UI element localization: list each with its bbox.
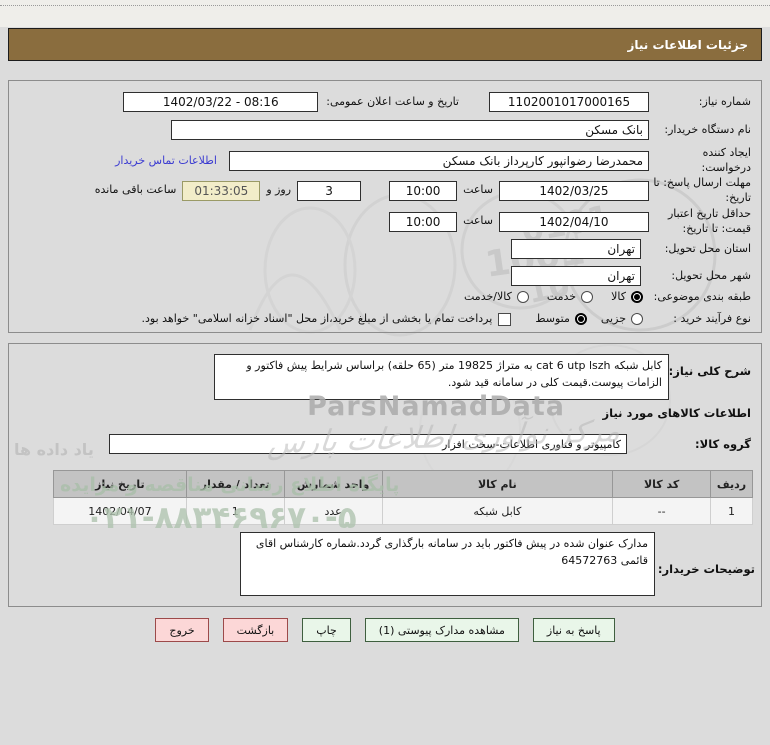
radio-service-icon[interactable] [581, 291, 594, 304]
classification-row: طبقه بندی موضوعی: کالا خدمت کالا/خدمت [19, 290, 751, 305]
page-title: جزئیات اطلاعات نیاز [627, 37, 748, 52]
items-section-heading: اطلاعات کالاهای مورد نیاز [602, 406, 751, 420]
col-need-date: تاریخ نیاز [53, 470, 187, 498]
cell-need-date: 1402/04/07 [53, 497, 187, 525]
col-row-number: ردیف [710, 470, 753, 498]
classification-label: طبقه بندی موضوعی: [653, 290, 751, 303]
top-strip [0, 0, 770, 27]
goods-group-field[interactable]: کامپیوتر و فناوری اطلاعات-سخت افزار [109, 434, 627, 454]
classification-option-goods[interactable]: کالا [611, 290, 643, 305]
buyer-notes-label: توضیحات خریدار: [657, 562, 755, 576]
print-button[interactable]: چاپ [302, 618, 351, 642]
hours-remaining-label: ساعت باقی مانده [94, 183, 177, 197]
delivery-province-label: استان محل تحویل: [664, 241, 751, 255]
creator-field[interactable]: محمدرضا رضوانپور کارپرداز بانک مسکن [229, 150, 649, 171]
process-option-medium[interactable]: متوسط [535, 312, 587, 327]
price-validity-row: حداقل تاریخ اعتبار قیمت: تا تاریخ: 1402/… [19, 207, 751, 237]
action-buttons-row: پاسخ به نیاز مشاهده مدارک پیوستی (1) چاپ… [0, 618, 770, 642]
col-goods-code: کد کالا [612, 470, 712, 498]
cell-goods-code: -- [612, 497, 712, 525]
page-title-bar: جزئیات اطلاعات نیاز [8, 28, 762, 61]
general-description-field[interactable]: کابل شبکه cat 6 utp lszh به متراژ 19825 … [214, 354, 669, 400]
need-description-panel: شرح کلی نیاز: کابل شبکه cat 6 utp lszh ب… [8, 343, 762, 607]
table-row[interactable]: 1 -- کابل شبکه عدد 1 1402/04/07 [53, 497, 753, 525]
delivery-city-field[interactable]: تهران [511, 266, 641, 286]
radio-medium-icon[interactable] [574, 313, 587, 326]
cell-quantity: 1 [185, 497, 285, 525]
process-type-row: نوع فرآیند خرید : جزیی متوسط پرداخت تمام… [19, 312, 751, 327]
general-info-panel: شماره نیاز: 1102001017000165 تاریخ و ساع… [8, 80, 762, 333]
creator-row: ایجاد کننده درخواست: محمدرضا رضوانپور کا… [19, 146, 751, 176]
view-attached-documents-button[interactable]: مشاهده مدارک پیوستی (1) [364, 618, 519, 642]
validity-date-field[interactable]: 1402/04/10 [499, 211, 649, 232]
col-goods-name: نام کالا [381, 470, 614, 498]
announce-datetime-label: تاریخ و ساعت اعلان عمومی: [326, 94, 459, 108]
radio-goods-icon[interactable] [631, 291, 643, 304]
countdown-timer: 01:33:05 [182, 180, 261, 201]
need-number-label: شماره نیاز: [698, 94, 751, 108]
cell-count-unit: عدد [283, 497, 383, 525]
delivery-province-field[interactable]: تهران [511, 239, 641, 259]
goods-group-label: گروه کالا: [695, 437, 751, 451]
col-quantity: تعداد / مقدار [185, 470, 285, 498]
buyer-contact-link[interactable]: اطلاعات تماس خریدار [115, 154, 217, 167]
treasury-note: پرداخت تمام یا بخشی از مبلغ خرید،از محل … [141, 312, 493, 325]
cell-goods-name: کابل شبکه [381, 497, 614, 525]
cell-row-number: 1 [710, 497, 753, 525]
response-deadline-label: مهلت ارسال پاسخ: تا تاریخ: [653, 176, 751, 204]
back-button[interactable]: بازگشت [222, 618, 289, 642]
items-table-header-row: ردیف کد کالا نام کالا واحد شمارش تعداد /… [53, 470, 753, 498]
classification-option-goods-service[interactable]: کالا/خدمت [464, 290, 529, 305]
col-count-unit: واحد شمارش [283, 470, 383, 498]
items-table: ردیف کد کالا نام کالا واحد شمارش تعداد /… [53, 470, 753, 525]
announce-datetime-field[interactable]: 1402/03/22 - 08:16 [123, 92, 319, 112]
process-option-partial[interactable]: جزیی [601, 312, 643, 327]
radio-goods-service-icon[interactable] [516, 291, 529, 304]
delivery-province-row: استان محل تحویل: تهران [19, 239, 751, 259]
process-type-label: نوع فرآیند خرید : [673, 312, 751, 325]
buyer-org-field[interactable]: بانک مسکن [171, 120, 649, 140]
classification-option-service[interactable]: خدمت [547, 290, 594, 305]
validity-time-field[interactable]: 10:00 [389, 211, 458, 232]
buyer-notes-field[interactable]: مدارک عنوان شده در پیش فاکتور باید در سا… [240, 532, 655, 596]
deadline-time-field[interactable]: 10:00 [389, 180, 458, 201]
validity-hour-label: ساعت [463, 214, 493, 228]
respond-to-need-button[interactable]: پاسخ به نیاز [532, 618, 615, 642]
creator-label: ایجاد کننده درخواست: [701, 146, 751, 174]
treasury-checkbox[interactable] [498, 312, 512, 326]
days-and-label: روز و [266, 183, 292, 197]
response-deadline-row: مهلت ارسال پاسخ: تا تاریخ: 1402/03/25 سا… [19, 176, 751, 206]
delivery-city-label: شهر محل تحویل: [671, 268, 751, 282]
radio-partial-icon[interactable] [631, 313, 643, 326]
general-description-label: شرح کلی نیاز: [668, 364, 751, 378]
exit-button[interactable]: خروج [155, 618, 209, 642]
need-number-field[interactable]: 1102001017000165 [489, 92, 649, 112]
need-details-page: 0101 1001 10 جزئیات اطلاعات نیاز شماره ن… [0, 0, 770, 745]
need-number-row: شماره نیاز: 1102001017000165 تاریخ و ساع… [19, 92, 751, 112]
delivery-city-row: شهر محل تحویل: تهران [19, 266, 751, 286]
deadline-hour-label: ساعت [463, 183, 493, 197]
price-validity-label: حداقل تاریخ اعتبار قیمت: تا تاریخ: [667, 207, 751, 235]
buyer-org-row: نام دستگاه خریدار: بانک مسکن [19, 120, 751, 140]
buyer-org-label: نام دستگاه خریدار: [664, 122, 751, 136]
deadline-date-field[interactable]: 1402/03/25 [499, 180, 649, 201]
days-remaining-field: 3 [297, 180, 362, 201]
